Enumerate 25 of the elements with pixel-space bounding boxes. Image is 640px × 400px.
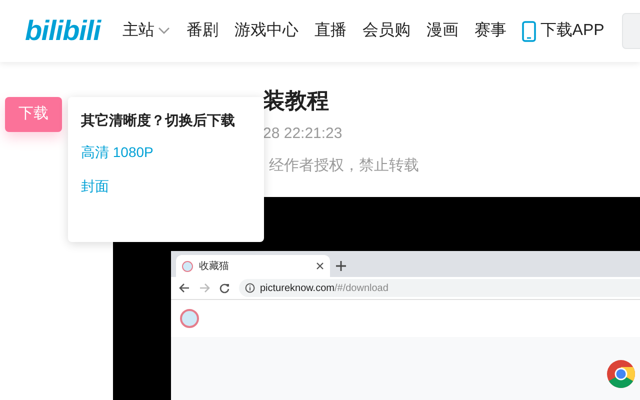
popup-heading: 其它清晰度？切换后下载: [81, 111, 236, 130]
video-title: 装教程: [263, 87, 330, 115]
chevron-down-icon: [158, 27, 170, 35]
nav-link[interactable]: 会员购: [362, 19, 410, 43]
phone-icon: [522, 20, 536, 42]
url-host: pictureknow.com: [260, 282, 334, 294]
nav-link[interactable]: 赛事: [474, 19, 506, 43]
reload-icon[interactable]: [219, 282, 230, 294]
nav-link[interactable]: 番剧: [186, 19, 218, 43]
nav-link[interactable]: 游戏中心: [234, 19, 298, 43]
new-tab-icon[interactable]: [336, 261, 346, 271]
copyright-notice: 经作者授权，禁止转载: [269, 156, 420, 176]
chrome-logo-icon: [607, 360, 635, 388]
tab-title: 收藏猫: [199, 260, 230, 274]
url-path: /#/download: [334, 282, 388, 294]
nav-dropdown[interactable]: 主站: [122, 19, 170, 43]
address-bar[interactable]: pictureknow.com/#/download: [239, 279, 640, 297]
browser-tab[interactable]: 收藏猫: [176, 255, 330, 277]
nav-link[interactable]: 漫画: [426, 19, 458, 43]
back-icon[interactable]: [179, 283, 190, 293]
nav-link[interactable]: 下载APP: [522, 19, 604, 43]
info-icon: [245, 283, 255, 293]
publish-date: 28 22:21:23: [263, 124, 344, 144]
nav-link[interactable]: 直播: [314, 19, 346, 43]
close-icon[interactable]: [316, 262, 324, 270]
